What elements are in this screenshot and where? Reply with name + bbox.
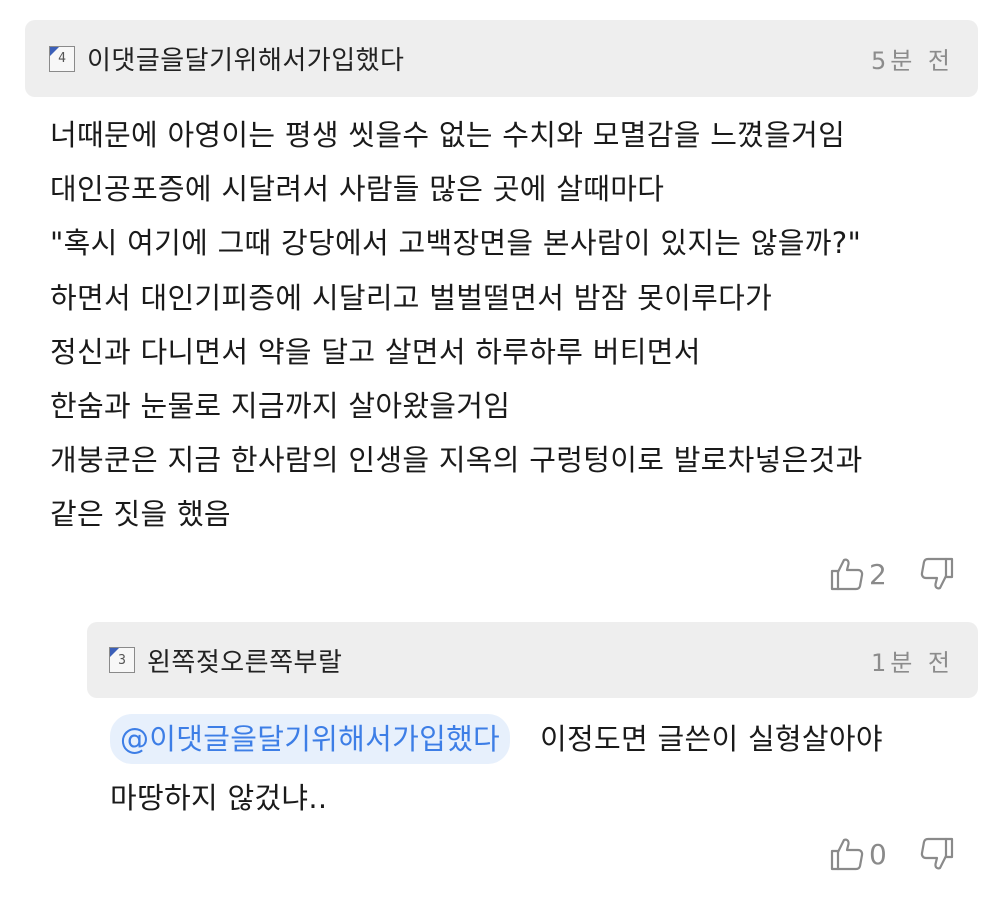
dislike-button[interactable] [919, 836, 955, 872]
thumbs-up-icon [830, 838, 864, 871]
comment-header: 4 이댓글을달기위해서가입했다 5분 전 [25, 20, 978, 97]
comment-timestamp: 1분 전 [870, 648, 954, 677]
mention-tag[interactable]: @이댓글을달기위해서가입했다 [110, 714, 511, 764]
comment-line: 마땅하지 않겄냐.. [110, 781, 328, 815]
comment-line: 한숨과 눈물로 지금까지 살아왔을거임 [50, 388, 511, 423]
vote-controls: 0 [829, 836, 955, 872]
thumbs-down-icon [920, 837, 954, 870]
dislike-button[interactable] [919, 556, 955, 592]
comment-line: 개붕쿤은 지금 한사람의 인생을 지옥의 구렁텅이로 발로차넣은것과 [50, 443, 863, 478]
level-badge-icon: 3 [109, 647, 135, 673]
comment-line: 정신과 다니면서 약을 달고 살면서 하루하루 버티면서 [50, 334, 701, 369]
comment-line: 이정도면 글쓴이 실형살아야 [540, 721, 883, 756]
reply-header: 3 왼쪽젖오른쪽부랄 1분 전 [87, 622, 978, 698]
thumbs-up-icon [830, 558, 864, 591]
comment-body: 너때문에 아영이는 평생 씻을수 없는 수치와 모멸감을 느꼈을거임 대인공포증… [50, 108, 863, 542]
vote-controls: 2 [829, 556, 955, 592]
comment-author[interactable]: 왼쪽젖오른쪽부랄 [147, 642, 871, 679]
comment-author[interactable]: 이댓글을달기위해서가입했다 [87, 40, 871, 77]
like-count: 2 [869, 557, 887, 591]
like-count: 0 [869, 837, 887, 871]
thumbs-down-icon [920, 557, 954, 590]
comment-line: 대인공포증에 시달려서 사람들 많은 곳에 살때마다 [50, 172, 665, 207]
comment-timestamp: 5분 전 [870, 47, 954, 75]
level-badge-icon: 4 [49, 45, 75, 72]
like-button[interactable]: 0 [829, 836, 891, 872]
comment-line: 너때문에 아영이는 평생 씻을수 없는 수치와 모멸감을 느꼈을거임 [50, 118, 846, 152]
comment-line: 하면서 대인기피증에 시달리고 벌벌떨면서 밤잠 못이루다가 [50, 280, 773, 315]
reply-body: @이댓글을달기위해서가입했다 이정도면 글쓴이 실형살아야 마땅하지 않겄냐.. [110, 712, 883, 825]
like-button[interactable]: 2 [829, 556, 891, 592]
comment-line: 같은 짓을 했음 [50, 497, 231, 532]
comment-line: "혹시 여기에 그때 강당에서 고백장면을 본사람이 있지는 않을까?" [50, 226, 862, 261]
